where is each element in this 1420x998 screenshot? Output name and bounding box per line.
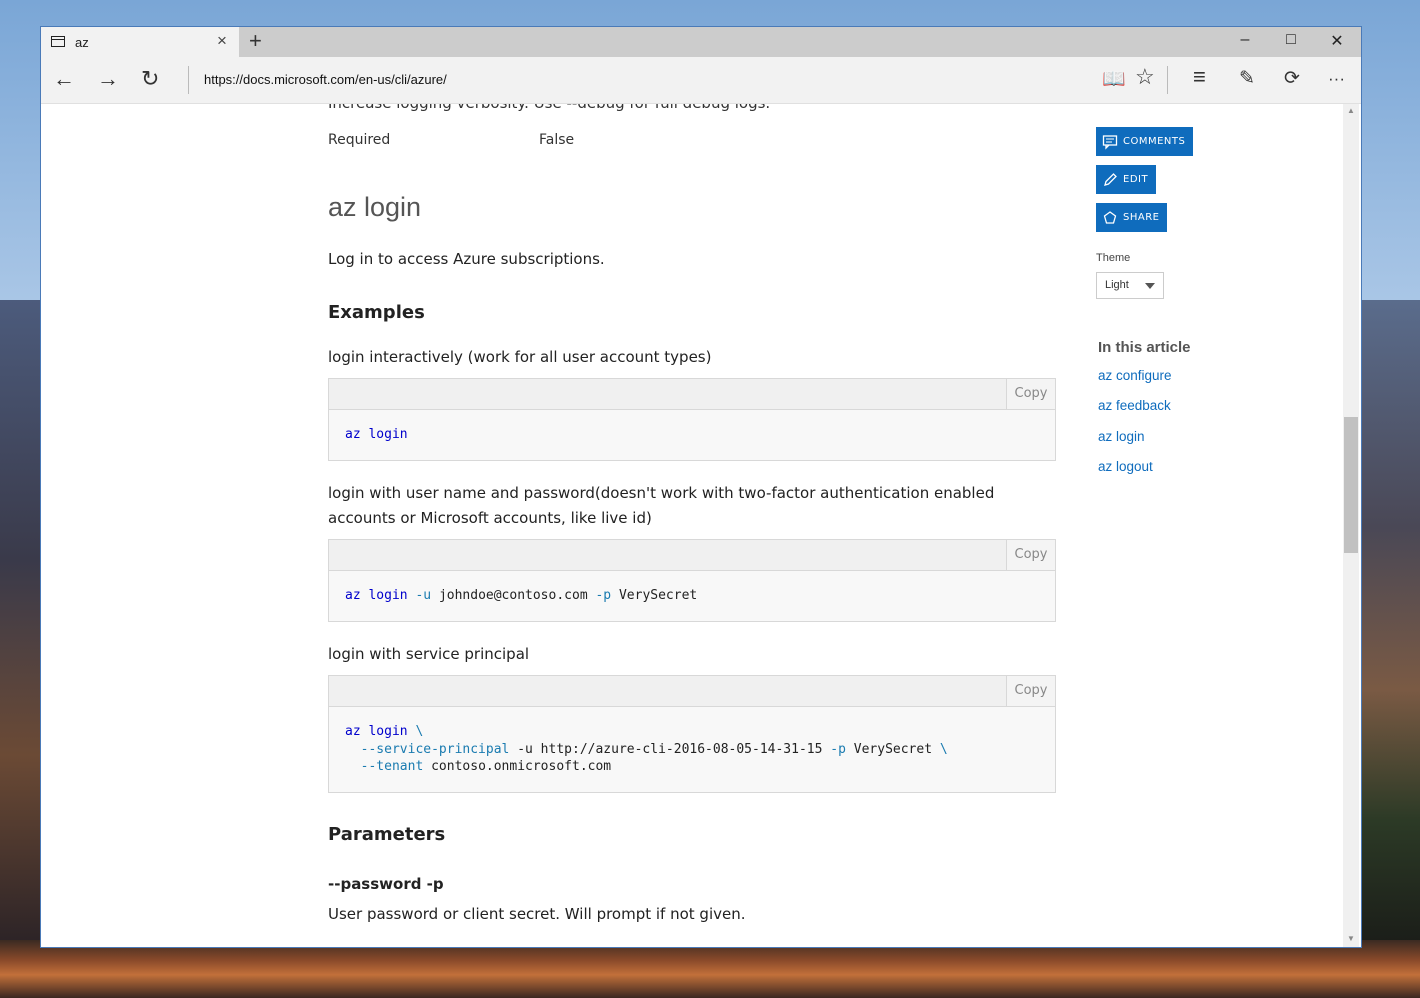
code-flag: --tenant (360, 759, 424, 774)
code-flag: -u (415, 588, 432, 603)
tab-close-icon[interactable]: × (217, 31, 227, 51)
code-header: Copy (329, 676, 1055, 707)
code-continuation: \ (939, 741, 948, 757)
theme-select-value: Light (1105, 279, 1129, 291)
required-value: False (539, 132, 575, 148)
scroll-down-icon[interactable]: ▼ (1347, 934, 1355, 943)
cut-off-description: Increase logging verbosity. Use --debug … (328, 104, 770, 112)
tab-title: az (75, 35, 89, 50)
address-bar[interactable]: https://docs.microsoft.com/en-us/cli/azu… (204, 72, 447, 87)
pencil-icon (1104, 172, 1117, 186)
scroll-up-icon[interactable]: ▲ (1347, 106, 1355, 115)
code-block-1: Copy az login (328, 378, 1056, 461)
more-icon[interactable]: ··· (1328, 69, 1345, 89)
comments-button[interactable]: COMMENTS (1096, 127, 1194, 156)
toc-link-az-configure[interactable]: az configure (1098, 368, 1172, 383)
code-block-2: Copy az login -u johndoe@contoso.com -p … (328, 539, 1056, 622)
code-value: VerySecret (853, 741, 933, 757)
comment-icon (1102, 134, 1118, 150)
code-command: az (345, 588, 361, 603)
desktop-wallpaper-right (1360, 300, 1420, 950)
examples-heading: Examples (328, 302, 425, 323)
share-button[interactable]: SHARE (1096, 203, 1168, 232)
desktop-wallpaper-left (0, 300, 42, 950)
new-tab-button[interactable]: + (249, 28, 262, 54)
code-subcommand: login (368, 588, 408, 603)
theme-select[interactable]: Light (1096, 272, 1164, 299)
copy-button[interactable]: Copy (1006, 379, 1055, 409)
code-subcommand: login (368, 724, 408, 739)
required-label: Required (328, 132, 391, 148)
desktop-wallpaper-bottom (0, 940, 1420, 998)
code-header: Copy (329, 379, 1055, 410)
toc-link-az-logout[interactable]: az logout (1098, 459, 1153, 474)
code-flag: -p (830, 741, 846, 757)
copy-button[interactable]: Copy (1006, 676, 1055, 706)
close-window-button[interactable]: ✕ (1314, 31, 1360, 51)
code-flag: -p (595, 588, 612, 603)
share-icon (1103, 210, 1117, 224)
toc-link-az-feedback[interactable]: az feedback (1098, 398, 1171, 413)
parameter-name: --password -p (328, 875, 444, 893)
parameters-heading: Parameters (328, 824, 446, 845)
code-continuation: \ (415, 724, 424, 739)
page-title: az login (328, 192, 422, 222)
code-block-3: Copy az login \ --service-principal -u h… (328, 675, 1056, 793)
back-icon[interactable]: ← (53, 66, 75, 92)
chevron-down-icon (1145, 283, 1155, 289)
example2-description: login with user name and password(doesn'… (328, 484, 995, 527)
reading-view-icon[interactable]: 📖 (1102, 67, 1126, 91)
tab-bar: az × + – □ ✕ (41, 27, 1361, 57)
copy-button[interactable]: Copy (1006, 540, 1055, 570)
parameter-description: User password or client secret. Will pro… (328, 905, 746, 923)
minimize-button[interactable]: – (1222, 31, 1268, 49)
toc-link-az-login[interactable]: az login (1098, 429, 1145, 444)
forward-icon[interactable]: → (97, 66, 119, 92)
comments-label: COMMENTS (1123, 136, 1186, 147)
code-command: az (345, 724, 361, 739)
refresh-icon[interactable]: ↻ (141, 66, 159, 92)
toolbar-separator (1167, 66, 1168, 94)
browser-tab[interactable]: az × (41, 27, 239, 57)
web-note-icon[interactable]: ✎ (1239, 67, 1255, 90)
browser-toolbar: ← → ↻ https://docs.microsoft.com/en-us/c… (41, 57, 1361, 104)
example3-description: login with service principal (328, 645, 530, 663)
hub-icon[interactable]: ≡ (1193, 64, 1206, 90)
tab-page-icon (51, 36, 65, 47)
code-snippet: az login (329, 410, 1055, 460)
browser-window: az × + – □ ✕ ← → ↻ https://docs.microsof… (41, 27, 1361, 947)
page-viewport: Increase logging verbosity. Use --debug … (41, 104, 1361, 947)
code-snippet: az login \ --service-principal -u http:/… (329, 707, 1055, 792)
toc-title: In this article (1098, 339, 1191, 356)
code-value: VerySecret (618, 588, 698, 603)
code-value: -u http://azure-cli-2016-08-05-14-31-15 (517, 741, 823, 757)
code-command: az (345, 427, 361, 442)
share-browser-icon[interactable]: ⟳ (1284, 67, 1300, 90)
address-separator (188, 66, 189, 94)
code-value: johndoe@contoso.com (438, 588, 588, 603)
favorite-icon[interactable]: ☆ (1135, 64, 1155, 90)
vertical-scrollbar[interactable]: ▲ ▼ (1343, 104, 1359, 947)
code-flag: --service-principal (360, 741, 510, 757)
code-value: contoso.onmicrosoft.com (431, 759, 612, 774)
maximize-button[interactable]: □ (1268, 31, 1314, 49)
share-label: SHARE (1123, 212, 1160, 223)
example1-description: login interactively (work for all user a… (328, 348, 712, 366)
theme-label: Theme (1096, 252, 1131, 264)
scrollbar-thumb[interactable] (1344, 417, 1358, 553)
code-header: Copy (329, 540, 1055, 571)
edit-button[interactable]: EDIT (1096, 165, 1157, 194)
command-description: Log in to access Azure subscriptions. (328, 250, 605, 268)
code-subcommand: login (368, 427, 408, 442)
edit-label: EDIT (1123, 174, 1149, 185)
code-snippet: az login -u johndoe@contoso.com -p VeryS… (329, 571, 1055, 621)
